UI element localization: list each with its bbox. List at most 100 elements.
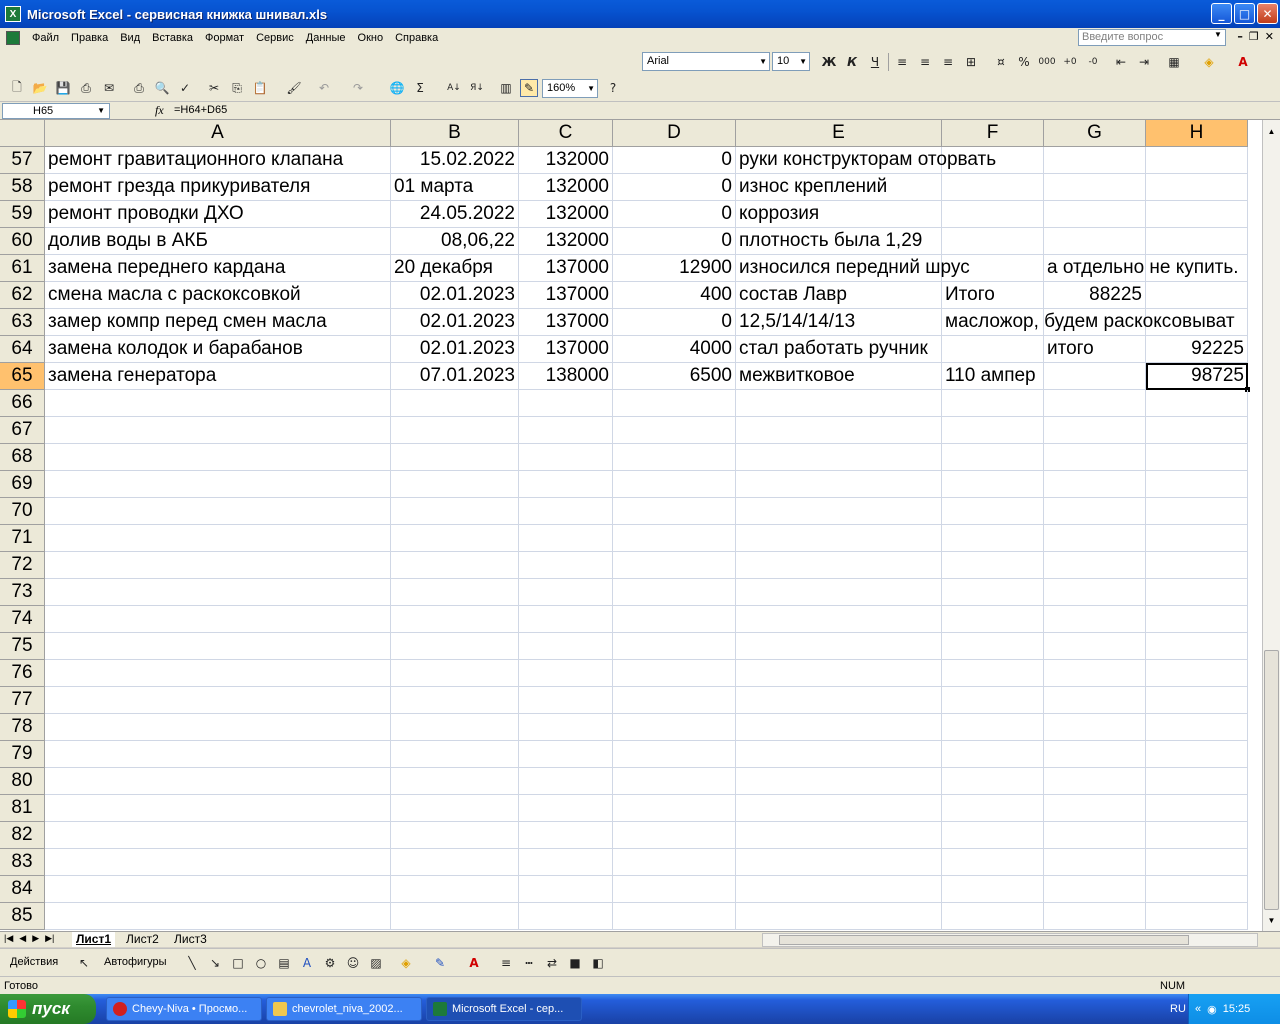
document-icon[interactable] bbox=[6, 31, 20, 45]
wordart-icon[interactable]: A bbox=[298, 954, 316, 972]
spreadsheet-grid[interactable]: ABCDEFGH 57 ремонт гравитационного клапан… bbox=[0, 120, 1262, 931]
row-header[interactable]: 57 bbox=[0, 147, 45, 174]
cell-a57[interactable]: ремонт гравитационного клапана bbox=[45, 147, 391, 174]
cell-b71[interactable] bbox=[391, 525, 519, 552]
cell-h58[interactable] bbox=[1146, 174, 1248, 201]
sort-descending-icon[interactable]: Я↓ bbox=[468, 79, 486, 97]
cell-c62[interactable]: 137000 bbox=[519, 282, 613, 309]
cell-e62[interactable]: состав Лавр bbox=[736, 282, 942, 309]
cell-d60[interactable]: 0 bbox=[613, 228, 736, 255]
cell-f68[interactable] bbox=[942, 444, 1044, 471]
font-name-select[interactable]: Arial ▼ bbox=[642, 52, 770, 71]
3d-icon[interactable]: ◧ bbox=[589, 954, 607, 972]
cell-d59[interactable]: 0 bbox=[613, 201, 736, 228]
cell-b85[interactable] bbox=[391, 903, 519, 930]
row-header[interactable]: 60 bbox=[0, 228, 45, 255]
percent-icon[interactable]: % bbox=[1015, 53, 1033, 71]
name-box[interactable]: H65 ▼ bbox=[2, 103, 110, 119]
cell-a59[interactable]: ремонт проводки ДХО bbox=[45, 201, 391, 228]
increase-indent-icon[interactable]: ⇥ bbox=[1135, 53, 1153, 71]
cell-a72[interactable] bbox=[45, 552, 391, 579]
cell-b72[interactable] bbox=[391, 552, 519, 579]
row-header[interactable]: 78 bbox=[0, 714, 45, 741]
cell-b83[interactable] bbox=[391, 849, 519, 876]
cell-c82[interactable] bbox=[519, 822, 613, 849]
cell-g60[interactable] bbox=[1044, 228, 1146, 255]
mail-icon[interactable]: ✉ bbox=[100, 79, 118, 97]
cell-d75[interactable] bbox=[613, 633, 736, 660]
maximize-button[interactable]: □ bbox=[1234, 3, 1255, 24]
cell-e77[interactable] bbox=[736, 687, 942, 714]
cell-f65[interactable]: 110 ампер bbox=[942, 363, 1044, 390]
cell-f77[interactable] bbox=[942, 687, 1044, 714]
cell-d72[interactable] bbox=[613, 552, 736, 579]
row-header[interactable]: 73 bbox=[0, 579, 45, 606]
cell-a82[interactable] bbox=[45, 822, 391, 849]
cell-f73[interactable] bbox=[942, 579, 1044, 606]
cell-g77[interactable] bbox=[1044, 687, 1146, 714]
cell-a77[interactable] bbox=[45, 687, 391, 714]
permission-icon[interactable]: ⎙ bbox=[77, 79, 95, 97]
cell-c57[interactable]: 132000 bbox=[519, 147, 613, 174]
cell-e71[interactable] bbox=[736, 525, 942, 552]
align-center-icon[interactable]: ≡ bbox=[916, 53, 934, 71]
font-color-icon[interactable]: A bbox=[1234, 53, 1252, 71]
menu-edit[interactable]: Правка bbox=[65, 32, 114, 44]
cell-b60[interactable]: 08,06,22 bbox=[391, 228, 519, 255]
menu-file[interactable]: Файл bbox=[26, 32, 65, 44]
picture-icon[interactable]: ▨ bbox=[367, 954, 385, 972]
cell-c58[interactable]: 132000 bbox=[519, 174, 613, 201]
cell-h85[interactable] bbox=[1146, 903, 1248, 930]
cell-c77[interactable] bbox=[519, 687, 613, 714]
cell-d61[interactable]: 12900 bbox=[613, 255, 736, 282]
save-icon[interactable]: 💾 bbox=[54, 79, 72, 97]
cell-h62[interactable] bbox=[1146, 282, 1248, 309]
currency-icon[interactable]: ¤ bbox=[992, 53, 1010, 71]
cell-b65[interactable]: 07.01.2023 bbox=[391, 363, 519, 390]
cell-a73[interactable] bbox=[45, 579, 391, 606]
cell-c68[interactable] bbox=[519, 444, 613, 471]
horizontal-scrollbar[interactable] bbox=[762, 933, 1258, 947]
line-icon[interactable]: ╲ bbox=[183, 954, 201, 972]
cell-a85[interactable] bbox=[45, 903, 391, 930]
rectangle-icon[interactable]: □ bbox=[229, 954, 247, 972]
cell-e63[interactable]: 12,5/14/14/13 bbox=[736, 309, 942, 336]
cell-a67[interactable] bbox=[45, 417, 391, 444]
cell-b73[interactable] bbox=[391, 579, 519, 606]
format-painter-icon[interactable]: 🖌 bbox=[285, 79, 303, 97]
cell-b75[interactable] bbox=[391, 633, 519, 660]
cell-d80[interactable] bbox=[613, 768, 736, 795]
font-color-draw-icon[interactable]: A bbox=[465, 954, 483, 972]
cell-f82[interactable] bbox=[942, 822, 1044, 849]
cell-a63[interactable]: замер компр перед смен масла bbox=[45, 309, 391, 336]
cell-h57[interactable] bbox=[1146, 147, 1248, 174]
cell-h79[interactable] bbox=[1146, 741, 1248, 768]
cell-h66[interactable] bbox=[1146, 390, 1248, 417]
cell-b59[interactable]: 24.05.2022 bbox=[391, 201, 519, 228]
cell-a58[interactable]: ремонт грезда прикуривателя bbox=[45, 174, 391, 201]
cell-g83[interactable] bbox=[1044, 849, 1146, 876]
cell-f79[interactable] bbox=[942, 741, 1044, 768]
menu-data[interactable]: Данные bbox=[300, 32, 352, 44]
italic-button[interactable]: К bbox=[843, 53, 861, 71]
tray-chevron-icon[interactable]: « bbox=[1195, 1003, 1201, 1015]
cell-d84[interactable] bbox=[613, 876, 736, 903]
cell-h76[interactable] bbox=[1146, 660, 1248, 687]
cell-h65[interactable]: 98725 bbox=[1146, 363, 1250, 392]
cell-b80[interactable] bbox=[391, 768, 519, 795]
vertical-scrollbar[interactable]: ▲ ▼ bbox=[1262, 120, 1280, 931]
menu-insert[interactable]: Вставка bbox=[146, 32, 199, 44]
cell-c63[interactable]: 137000 bbox=[519, 309, 613, 336]
cell-g65[interactable] bbox=[1044, 363, 1146, 390]
arrow-icon[interactable]: ↘ bbox=[206, 954, 224, 972]
cell-g76[interactable] bbox=[1044, 660, 1146, 687]
cell-g57[interactable] bbox=[1044, 147, 1146, 174]
menu-view[interactable]: Вид bbox=[114, 32, 146, 44]
cell-f80[interactable] bbox=[942, 768, 1044, 795]
cell-a70[interactable] bbox=[45, 498, 391, 525]
row-header[interactable]: 82 bbox=[0, 822, 45, 849]
cell-g70[interactable] bbox=[1044, 498, 1146, 525]
dash-style-icon[interactable]: ┅ bbox=[520, 954, 538, 972]
cell-f78[interactable] bbox=[942, 714, 1044, 741]
cell-f74[interactable] bbox=[942, 606, 1044, 633]
